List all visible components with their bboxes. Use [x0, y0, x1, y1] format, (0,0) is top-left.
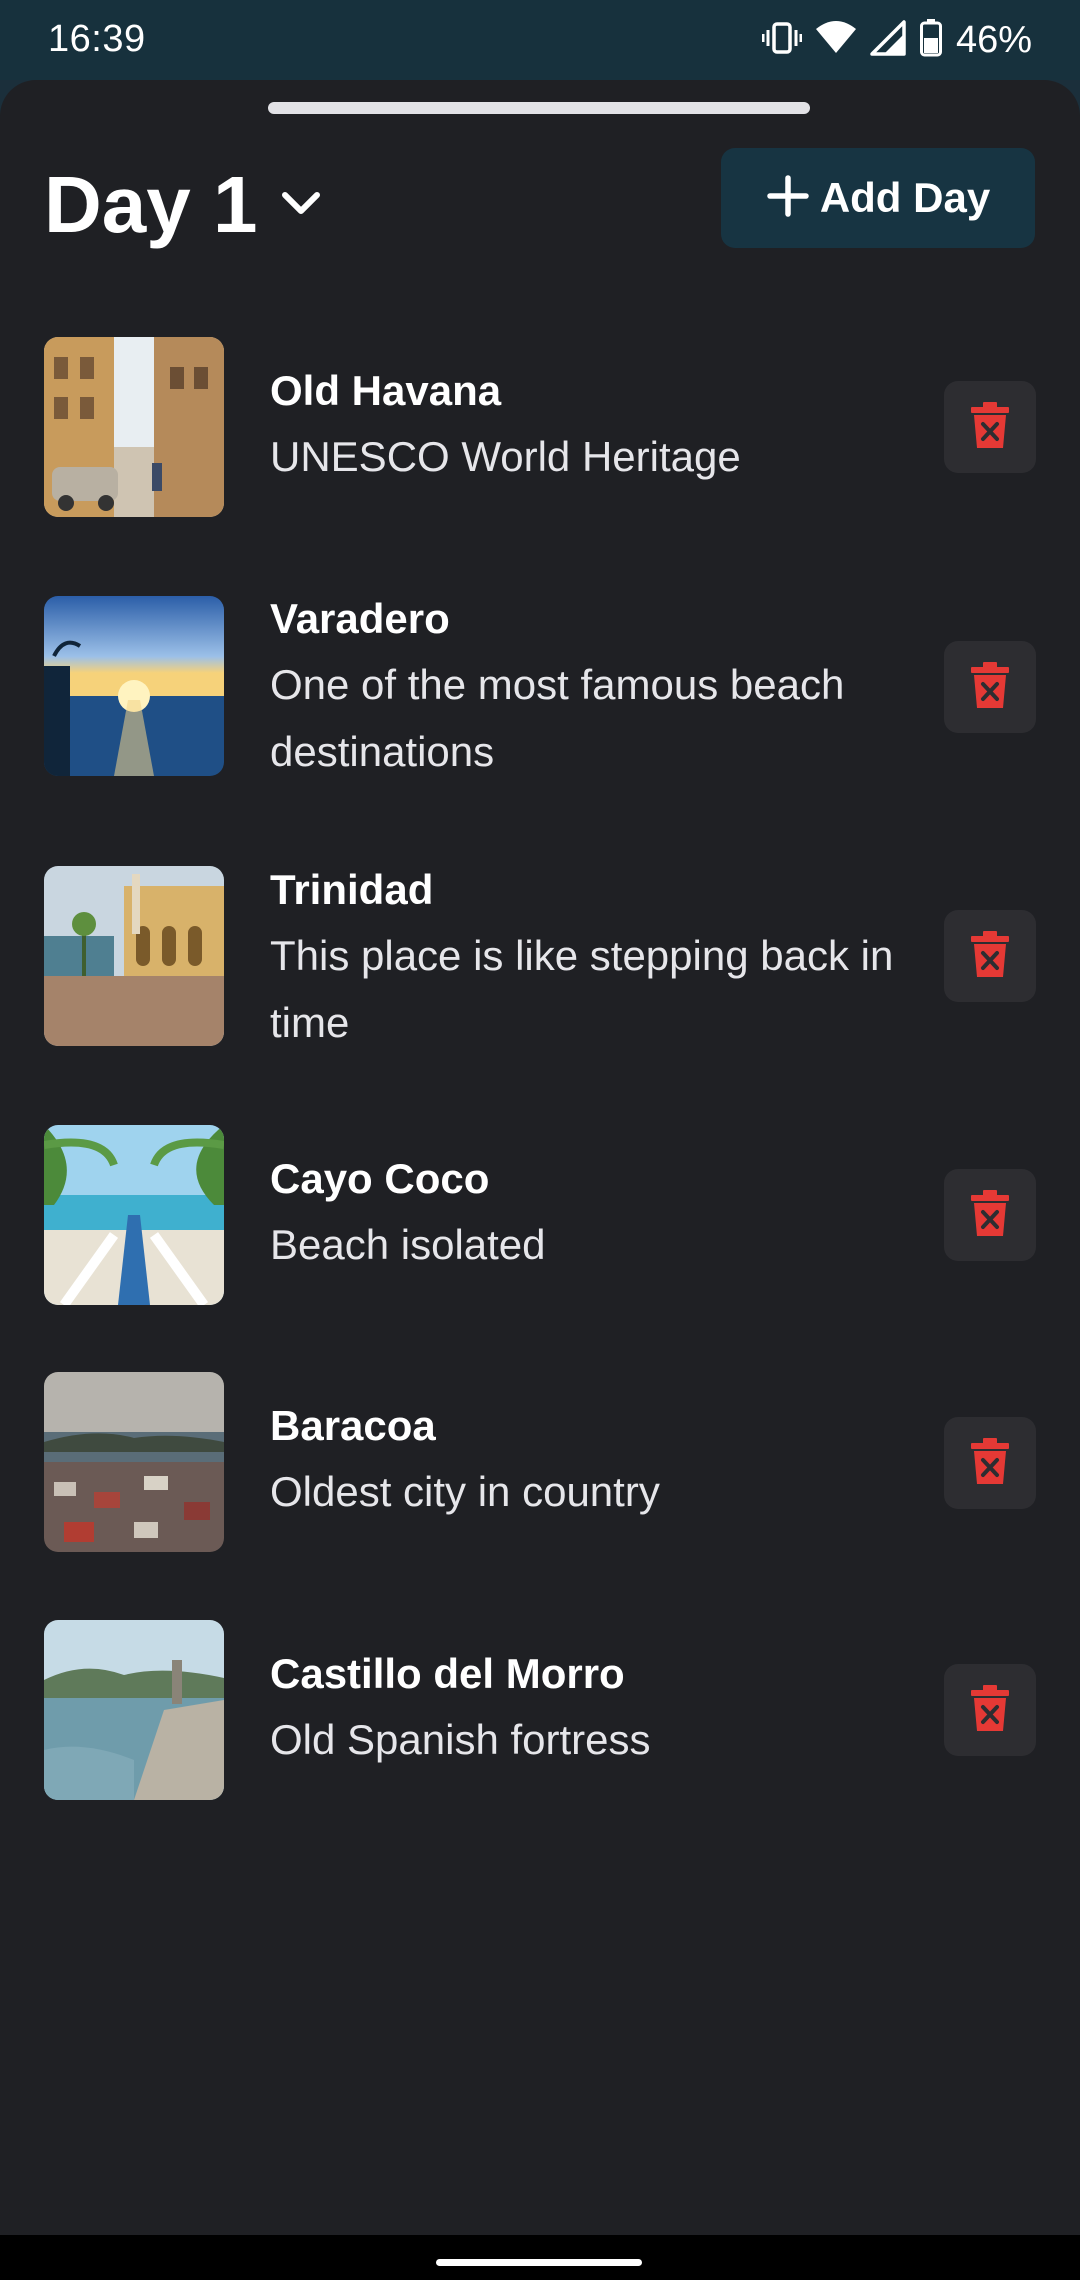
place-name: Varadero [270, 595, 450, 642]
place-text: Castillo del Morro Old Spanish fortress [270, 1642, 910, 1773]
trash-icon [970, 1684, 1010, 1737]
place-description: UNESCO World Heritage [270, 433, 741, 480]
place-name: Castillo del Morro [270, 1650, 625, 1697]
add-day-button[interactable]: Add Day [721, 148, 1035, 248]
delete-button[interactable] [944, 1417, 1036, 1509]
chevron-down-icon [277, 179, 325, 232]
place-name: Old Havana [270, 367, 502, 414]
drag-handle[interactable] [268, 102, 810, 114]
trash-icon [970, 930, 1010, 983]
trash-icon [970, 1437, 1010, 1490]
battery-percent: 46% [955, 18, 1032, 61]
home-indicator[interactable] [436, 2259, 642, 2266]
itinerary-sheet: Day 1 Add Day Old Havana UNESCO World He… [0, 80, 1080, 2235]
place-thumbnail [44, 1372, 224, 1552]
navigation-bar [0, 2235, 1080, 2280]
place-thumbnail [44, 596, 224, 776]
place-thumbnail [44, 866, 224, 1046]
place-text: Trinidad This place is like stepping bac… [270, 858, 910, 1056]
place-description: Oldest city in country [270, 1468, 660, 1515]
trash-icon [970, 1189, 1010, 1242]
place-description: Old Spanish fortress [270, 1716, 651, 1763]
trash-icon [970, 401, 1010, 454]
add-day-label: Add Day [819, 174, 991, 221]
plus-icon [766, 174, 810, 223]
delete-button[interactable] [944, 1664, 1036, 1756]
delete-button[interactable] [944, 641, 1036, 733]
day-selector[interactable]: Day 1 [44, 150, 325, 260]
place-text: Varadero One of the most famous beach de… [270, 587, 910, 785]
place-description: This place is like stepping back in time [270, 932, 894, 1046]
delete-button[interactable] [944, 381, 1036, 473]
delete-button[interactable] [944, 1169, 1036, 1261]
delete-button[interactable] [944, 910, 1036, 1002]
status-time: 16:39 [48, 18, 146, 60]
place-thumbnail [44, 1125, 224, 1305]
place-text: Cayo Coco Beach isolated [270, 1147, 910, 1278]
place-thumbnail [44, 337, 224, 517]
place-text: Baracoa Oldest city in country [270, 1394, 910, 1525]
place-description: One of the most famous beach destination… [270, 661, 845, 775]
battery-icon [919, 18, 942, 62]
place-thumbnail [44, 1620, 224, 1800]
vibrate-icon [761, 20, 803, 61]
trash-icon [970, 661, 1010, 714]
place-name: Baracoa [270, 1402, 436, 1449]
signal-icon [870, 19, 906, 61]
place-description: Beach isolated [270, 1221, 546, 1268]
place-text: Old Havana UNESCO World Heritage [270, 359, 910, 490]
status-bar: 16:39 46% [0, 0, 1080, 80]
wifi-icon [815, 20, 856, 60]
day-title: Day 1 [44, 160, 258, 249]
place-name: Trinidad [270, 866, 434, 913]
status-icons: 46% [761, 14, 1032, 66]
place-name: Cayo Coco [270, 1155, 490, 1202]
